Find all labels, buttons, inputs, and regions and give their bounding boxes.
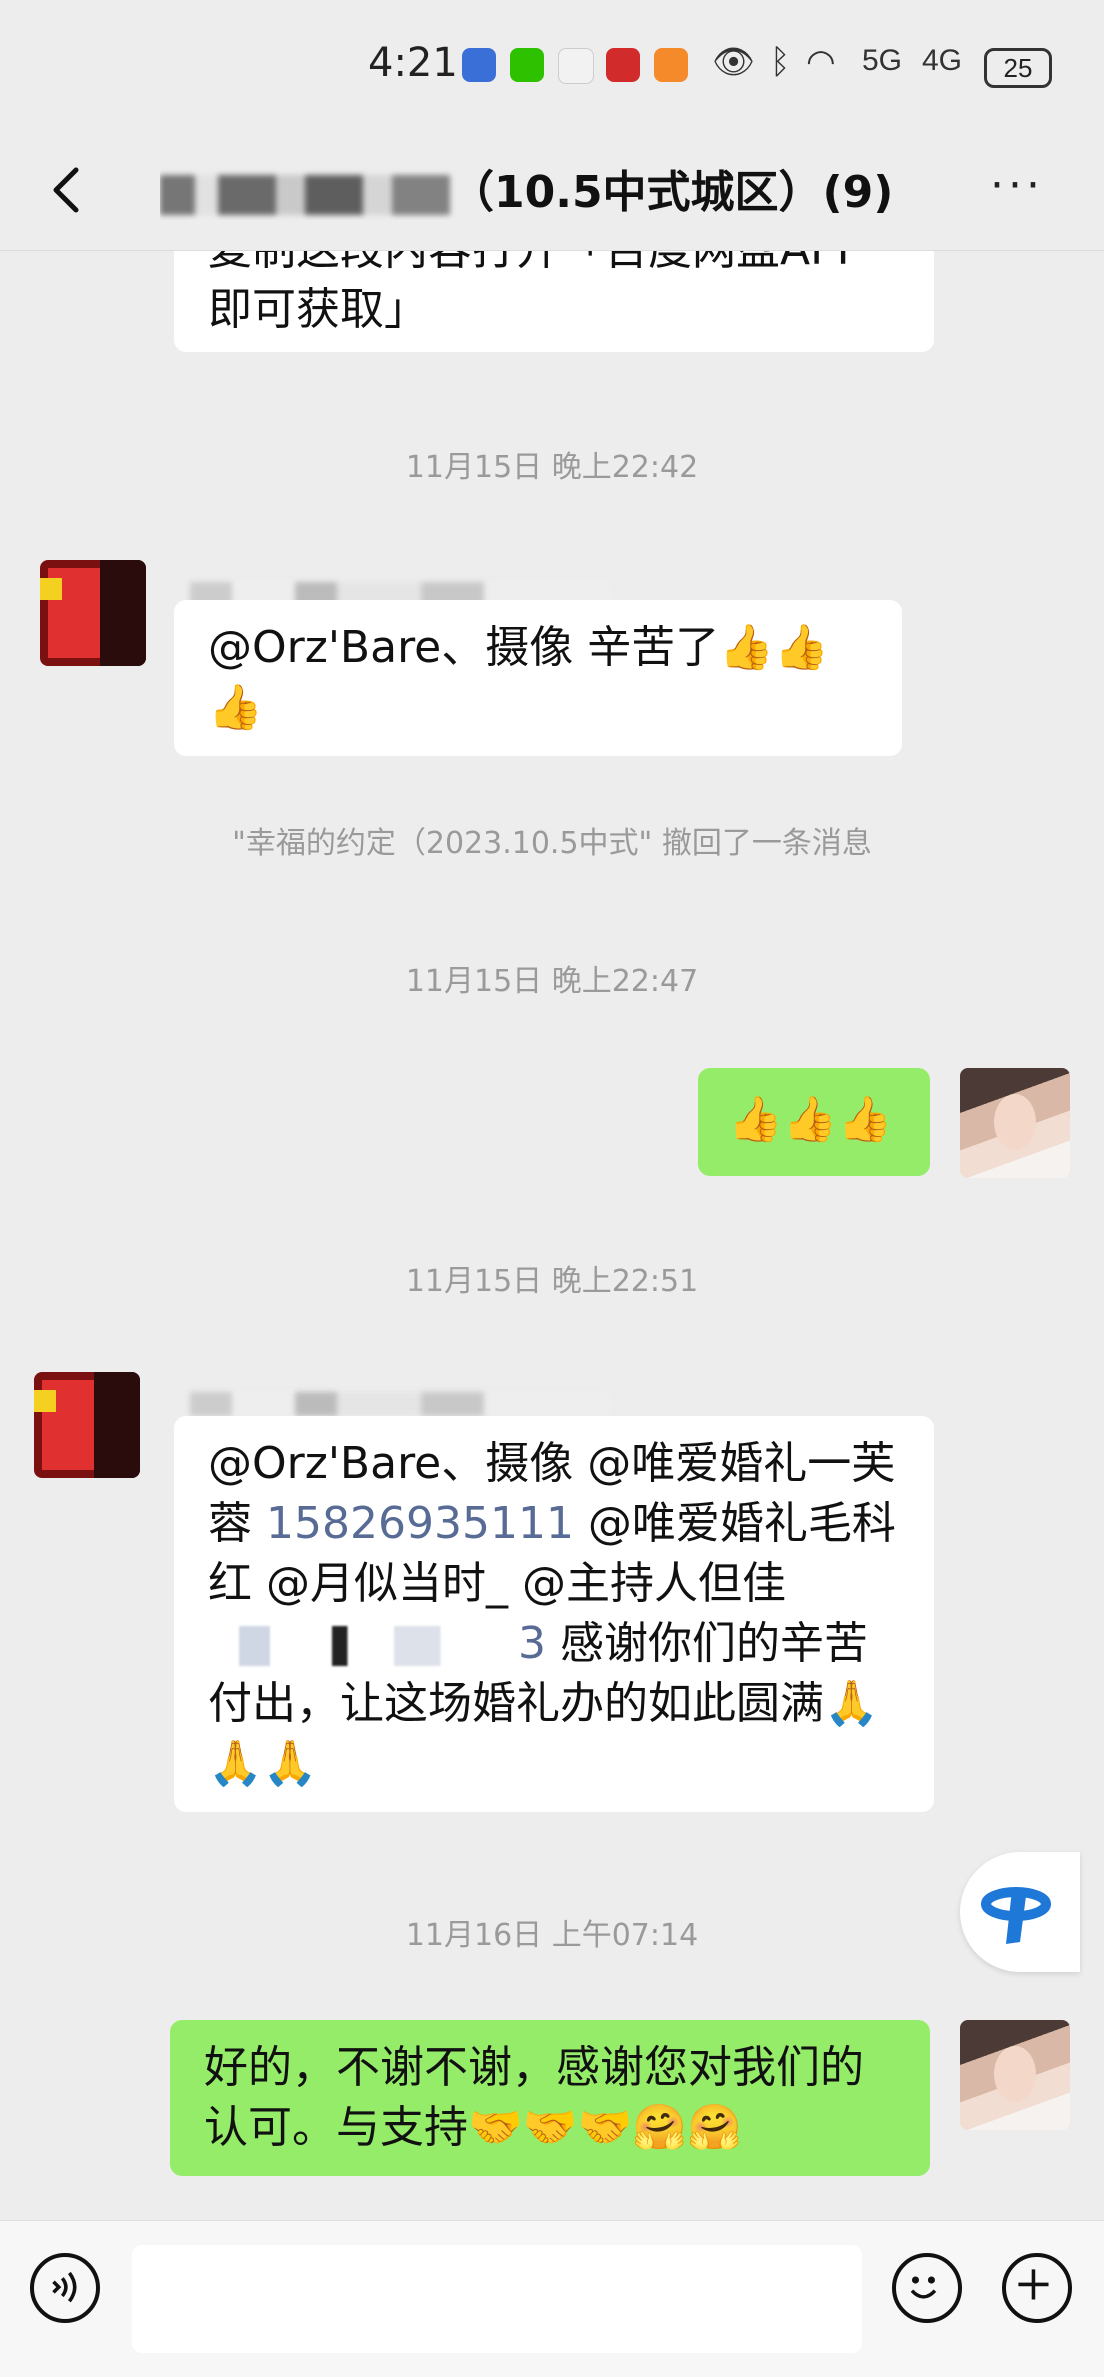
more-options-icon[interactable]: ··· [990,160,1044,211]
back-arrow-icon[interactable] [40,160,100,220]
timestamp: 11月16日 上午07:14 [405,1918,699,1953]
signal-4g: 4G [922,44,963,77]
plus-icon [1018,2269,1049,2300]
voice-input-icon[interactable] [30,2253,100,2323]
message-bubble[interactable]: @Orz'Bare、摄像 辛苦了👍👍👍 [174,600,902,756]
timestamp: 11月15日 晚上22:51 [405,1264,699,1299]
chat-messages[interactable]: 复制这段内容打开「百度网盘APP 即可获取」 11月15日 晚上22:42 @O… [0,250,1104,2220]
timestamp: 11月15日 晚上22:47 [405,964,699,999]
video-app-icon [654,48,688,82]
chat-header: （10.5中式城区）(9) ··· [0,130,1104,251]
avatar[interactable] [960,1068,1070,1178]
avatar[interactable] [34,1372,140,1478]
bluetooth-icon: ᛒ [770,42,791,82]
message-text: 好的，不谢不谢，感谢您对我们的认可。与支持🤝🤝🤝🤗🤗 [204,2042,864,2153]
emoji-icon [910,2276,937,2299]
message-bubble-outgoing[interactable]: 👍👍👍 [698,1068,930,1176]
avatar[interactable] [40,560,146,666]
status-time: 4:21 [368,40,458,86]
signal-5g: 5G [862,44,903,77]
voice-icon [52,2271,77,2303]
phone-link[interactable]: 15826935111 [266,1498,574,1549]
message-text: 👍👍👍 [728,1094,893,1145]
message-text: 3 [518,1618,546,1669]
redacted-text [208,1626,518,1666]
plus-button-icon[interactable] [1002,2253,1072,2323]
app-notification-icon [462,48,496,82]
eye-icon: 👁 [712,42,756,82]
message-text: @Orz'Bare、摄像 辛苦了👍👍👍 [208,622,829,733]
message-bubble[interactable]: @Orz'Bare、摄像 @唯爱婚礼一芙蓉 15826935111 @唯爱婚礼毛… [174,1416,934,1812]
emoji-button-icon[interactable] [892,2253,962,2323]
battery-indicator: 25 [984,48,1052,88]
input-bar [0,2220,1104,2377]
redacted-title [160,175,450,215]
message-bubble-outgoing[interactable]: 好的，不谢不谢，感谢您对我们的认可。与支持🤝🤝🤝🤗🤗 [170,2020,930,2176]
message-input[interactable] [132,2245,862,2353]
app-notification-icon [558,48,594,84]
wechat-icon [510,48,544,82]
chat-title-text: （10.5中式城区）(9) [450,167,894,218]
status-bar: 4:21 👁 ᛒ ◠ 5G 4G 25 [0,0,1104,130]
message-bubble[interactable]: 复制这段内容打开「百度网盘APP 即可获取」 [174,250,934,352]
timestamp: 11月15日 晚上22:42 [405,450,699,485]
chat-title: （10.5中式城区）(9) [160,156,960,220]
sender-name [190,1392,610,1416]
recall-notice: "幸福的约定（2023.10.5中式" 撤回了一条消息 [232,826,872,861]
app-notification-icon [606,48,640,82]
wifi-icon: ◠ [806,42,836,82]
avatar[interactable] [960,2020,1070,2130]
message-text: 复制这段内容打开「百度网盘APP 即可获取」 [208,250,863,335]
